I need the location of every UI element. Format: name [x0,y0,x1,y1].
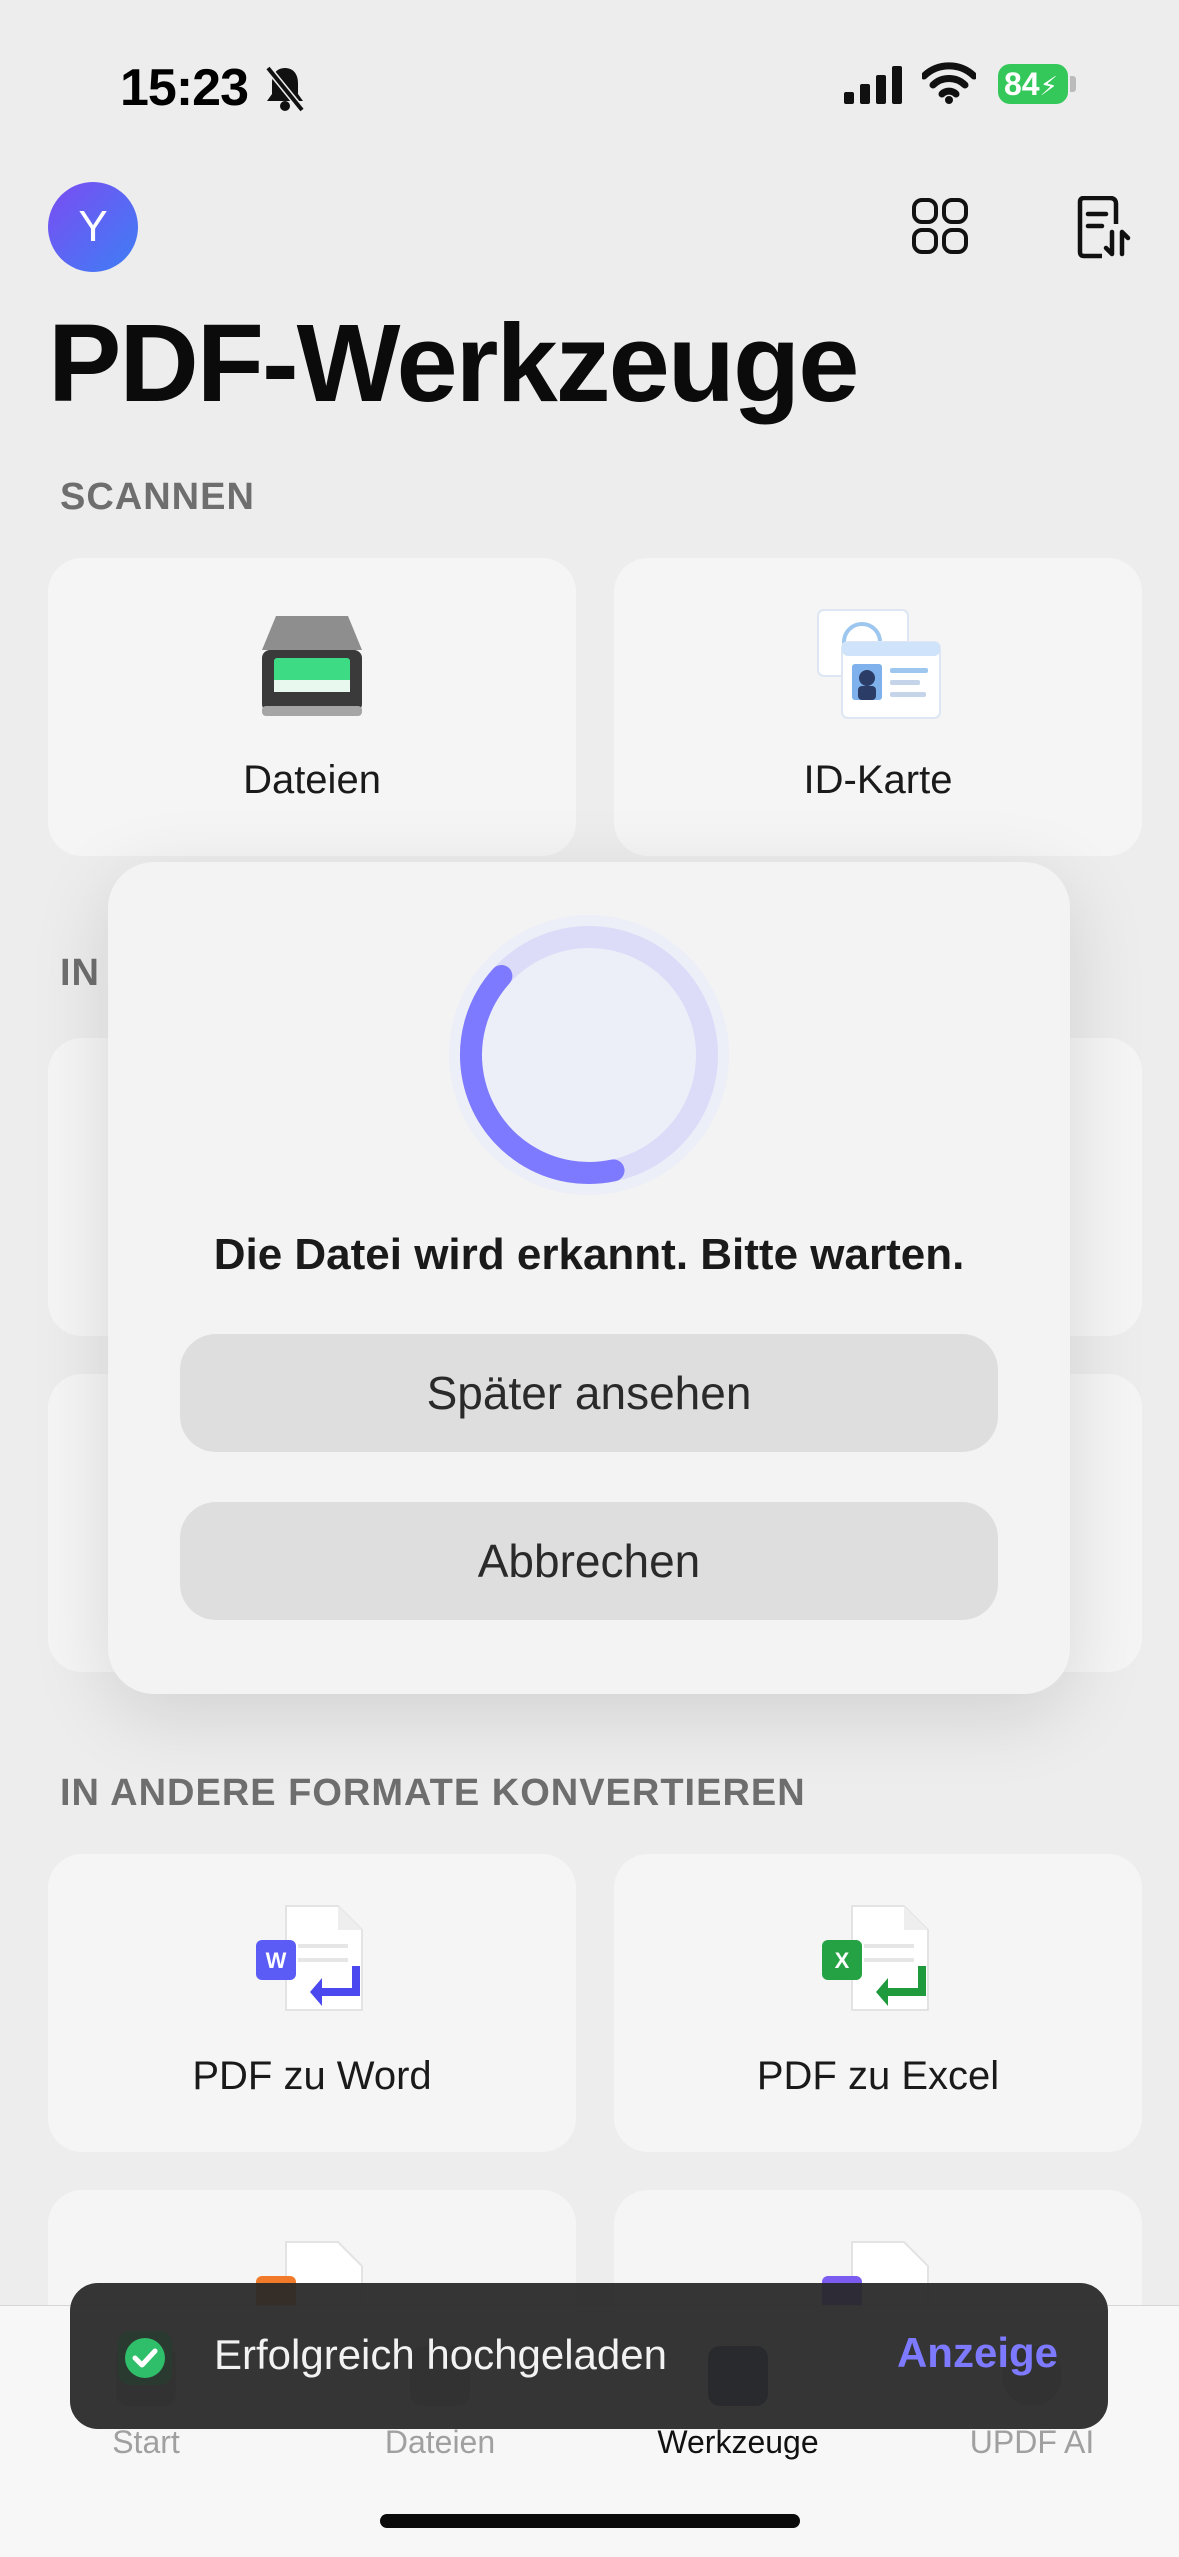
card-label: PDF zu Word [192,2054,432,2098]
svg-text:W: W [266,1948,287,1973]
view-later-button[interactable]: Später ansehen [180,1334,998,1452]
status-time: 15:23 [120,59,249,117]
card-pdf-to-excel[interactable]: X PDF zu Excel [614,1854,1142,2152]
card-label: ID-Karte [803,758,953,802]
tab-tools[interactable]: Werkzeuge [628,2424,848,2461]
battery-level: 84 [1004,66,1040,102]
toast-view-button[interactable]: Anzeige [897,2329,1058,2377]
id-card-icon [817,609,941,719]
section-title-convert: IN ANDERE FORMATE KONVERTIEREN [60,1772,806,1814]
pdf-to-excel-icon: X [822,1905,929,2011]
card-scan-files[interactable]: Dateien [48,558,576,856]
tab-updf-ai[interactable]: UPDF AI [922,2424,1142,2461]
tab-start[interactable]: Start [36,2424,256,2461]
document-sort-icon[interactable] [1072,196,1132,260]
toast-notification: Erfolgreich hochgeladen Anzeige [70,2283,1108,2429]
svg-text:X: X [835,1948,850,1973]
bell-muted-icon [265,65,305,113]
home-indicator [380,2514,800,2528]
avatar[interactable]: Y [48,182,138,272]
page-title: PDF-Werkzeuge [48,302,859,425]
dialog-message: Die Datei wird erkannt. Bitte warten. [213,1230,965,1279]
toast-message: Erfolgreich hochgeladen [214,2331,667,2378]
card-label: Dateien [243,758,381,802]
card-pdf-to-word[interactable]: W PDF zu Word [48,1854,576,2152]
success-check-icon [118,2331,172,2385]
card-scan-id[interactable]: ID-Karte [614,558,1142,856]
card-label: PDF zu Excel [756,2054,1000,2098]
scanner-icon [262,616,362,716]
tab-files[interactable]: Dateien [330,2424,550,2461]
section-title-scan: SCANNEN [60,476,255,518]
pdf-to-word-icon: W [256,1905,363,2011]
signal-icon [844,66,902,104]
cancel-button[interactable]: Abbrechen [180,1502,998,1620]
battery-tip [1070,76,1076,92]
wifi-icon [922,62,976,104]
recognition-dialog: Die Datei wird erkannt. Bitte warten. Sp… [108,862,1070,1694]
battery-indicator: 84⚡ [998,64,1068,104]
loading-spinner [449,915,729,1195]
grid-view-icon[interactable] [910,196,970,256]
section-title-partial: IN [60,952,100,994]
